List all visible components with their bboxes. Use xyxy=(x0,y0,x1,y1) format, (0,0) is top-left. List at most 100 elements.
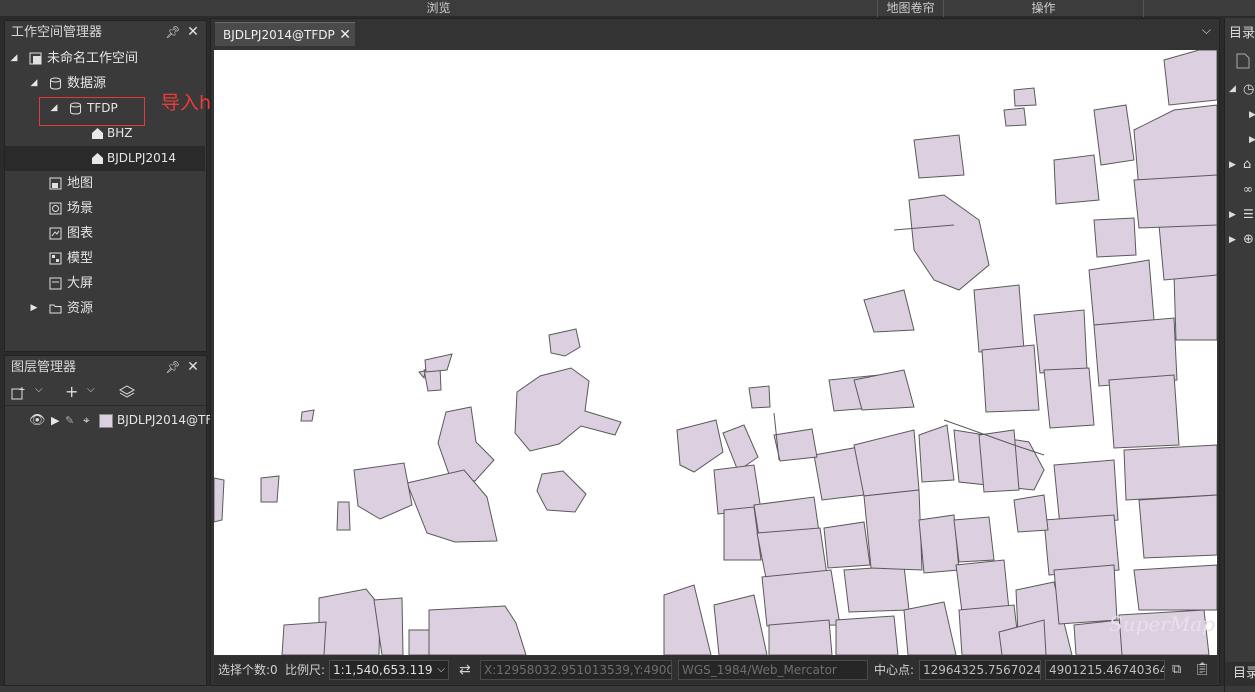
tree-item-bigscreen[interactable]: 大屏 xyxy=(5,271,205,296)
chevron-down-icon[interactable]: ⌵ xyxy=(87,384,95,395)
swap-icon[interactable]: ⇄ xyxy=(459,656,471,684)
land-parcel xyxy=(437,406,495,482)
workspace-icon xyxy=(29,52,42,65)
add-layer-icon[interactable] xyxy=(11,386,27,400)
selectable-arrow-icon[interactable]: ▶ xyxy=(51,408,59,433)
tab-list-chevron-icon[interactable]: ⌵ xyxy=(1202,23,1211,38)
expand-arrow-icon[interactable]: ▶ xyxy=(29,296,39,321)
bottom-bar xyxy=(0,686,1224,692)
land-parcel xyxy=(318,588,381,655)
pin-icon[interactable]: 📌︎ xyxy=(164,356,182,379)
land-parcel xyxy=(913,134,965,179)
pin-icon[interactable]: 📌︎ xyxy=(164,21,182,44)
close-icon[interactable]: ✕ xyxy=(184,21,202,44)
land-parcel xyxy=(1053,564,1118,625)
region-dataset-icon xyxy=(92,128,103,139)
land-parcel xyxy=(713,594,768,655)
land-parcel xyxy=(843,565,910,613)
ribbon-group-operate[interactable]: 操作 xyxy=(944,0,1144,17)
map-canvas[interactable]: SuperMap xyxy=(214,50,1217,655)
copy-icon[interactable]: ⧉ xyxy=(1172,656,1181,684)
tree-item-chart[interactable]: 图表 xyxy=(5,221,205,246)
tree-item-map[interactable]: 地图 xyxy=(5,171,205,196)
tree-item-scene[interactable]: 场景 xyxy=(5,196,205,221)
visibility-eye-icon[interactable]: 👁︎ xyxy=(29,408,46,433)
land-parcel xyxy=(761,569,841,627)
tree-item-workspace[interactable]: ◢ 未命名工作空间 xyxy=(5,46,205,71)
land-parcel xyxy=(663,584,712,655)
chevron-down-icon[interactable]: ⌵ xyxy=(437,661,445,679)
land-parcel xyxy=(1093,217,1137,258)
land-parcel xyxy=(418,370,426,380)
land-parcel xyxy=(548,328,581,357)
layer-toolbar: ⌵ + ⌵ xyxy=(5,380,206,406)
paste-icon[interactable]: 📋︎ xyxy=(1194,656,1211,684)
folder-icon xyxy=(49,304,62,314)
link-icon: ∞ xyxy=(1243,182,1253,196)
region-dataset-icon xyxy=(92,153,103,164)
globe-icon: ⊕ xyxy=(1243,232,1254,247)
ribbon-group-map-roller[interactable]: 地图卷帘 xyxy=(878,0,944,17)
land-parcel xyxy=(1043,367,1095,429)
scale-select[interactable]: 1:1,540,653.119 ⌵ xyxy=(329,660,449,680)
coordinate-readout[interactable]: X:12958032.951013539,Y:4900209 xyxy=(480,660,672,680)
chevron-down-icon[interactable]: ⌵ xyxy=(35,384,43,395)
land-parcel xyxy=(336,501,351,531)
tree-item-model[interactable]: 模型 xyxy=(5,246,205,271)
land-parcel xyxy=(823,521,871,569)
selected-count: 选择个数:0 xyxy=(218,663,278,677)
land-parcel xyxy=(260,475,280,503)
new-folder-icon[interactable] xyxy=(1235,52,1253,70)
ribbon-group-browse[interactable]: 浏览 xyxy=(0,0,878,17)
expand-arrow-icon[interactable]: ▶ xyxy=(1249,110,1255,120)
land-parcel xyxy=(863,289,915,333)
land-parcel xyxy=(853,429,920,497)
land-parcel xyxy=(514,367,622,452)
land-parcel xyxy=(281,621,327,655)
land-parcel xyxy=(1053,154,1100,205)
datasource-icon xyxy=(50,77,61,90)
editable-pencil-icon[interactable]: ✎ xyxy=(65,408,74,433)
chart-icon xyxy=(49,227,62,240)
catalog-bottom-tab[interactable]: 目录 xyxy=(1225,662,1255,686)
land-parcel xyxy=(428,605,527,655)
land-parcel xyxy=(918,424,955,483)
map-polygons xyxy=(214,50,1217,655)
tab-close-icon[interactable]: ✕ xyxy=(339,23,351,47)
expand-arrow-icon[interactable]: ▶ xyxy=(1249,135,1255,145)
layers-icon[interactable] xyxy=(119,385,135,399)
collapse-arrow-icon[interactable]: ◢ xyxy=(9,46,19,71)
tree-item-bjdlpj2014[interactable]: BJDLPJ2014 xyxy=(5,146,205,171)
land-parcel xyxy=(300,409,315,422)
center-x-field[interactable]: 12964325.75670245 xyxy=(919,660,1041,680)
center-y-field[interactable]: 4901215.467403649 xyxy=(1045,660,1165,680)
land-parcel xyxy=(748,385,771,409)
close-icon[interactable]: ✕ xyxy=(184,356,202,379)
tab-bjdlpj2014[interactable]: BJDLPJ2014@TFDP ✕ xyxy=(215,22,355,46)
crs-readout[interactable]: WGS_1984/Web_Mercator xyxy=(678,660,868,680)
land-parcel xyxy=(1133,564,1217,611)
land-parcel xyxy=(1108,374,1180,449)
layer-style-swatch xyxy=(99,414,113,428)
plus-icon[interactable]: + xyxy=(65,382,78,401)
layer-row[interactable]: 👁︎ ▶ ✎ ⌖ BJDLPJ2014@TFDP xyxy=(5,408,229,433)
map-icon xyxy=(49,177,62,190)
collapse-arrow-icon[interactable]: ◢ xyxy=(29,71,39,96)
database-icon: ☰ xyxy=(1243,207,1254,221)
layer-manager-panel: 图层管理器 📌︎ ✕ ⌵ + ⌵ 👁︎ ▶ ✎ ⌖ BJDLPJ2014@TFD… xyxy=(4,355,229,686)
snap-crosshair-icon[interactable]: ⌖ xyxy=(83,408,90,433)
collapse-arrow-icon[interactable]: ◢ xyxy=(1229,84,1236,94)
layer-manager-title: 图层管理器 xyxy=(11,360,77,375)
big-screen-icon xyxy=(49,277,62,290)
land-parcel xyxy=(408,629,430,655)
scene-icon xyxy=(49,202,62,215)
expand-arrow-icon[interactable]: ▶ xyxy=(1229,210,1236,220)
land-parcel xyxy=(1003,107,1027,127)
layer-manager-header: 图层管理器 📌︎ ✕ xyxy=(5,356,206,379)
land-parcel xyxy=(953,516,995,563)
expand-arrow-icon[interactable]: ▶ xyxy=(1229,235,1236,245)
land-parcel xyxy=(406,469,498,543)
expand-arrow-icon[interactable]: ▶ xyxy=(1229,160,1236,170)
land-parcel xyxy=(981,344,1040,413)
tree-item-resources[interactable]: ▶ 资源 xyxy=(5,296,205,321)
